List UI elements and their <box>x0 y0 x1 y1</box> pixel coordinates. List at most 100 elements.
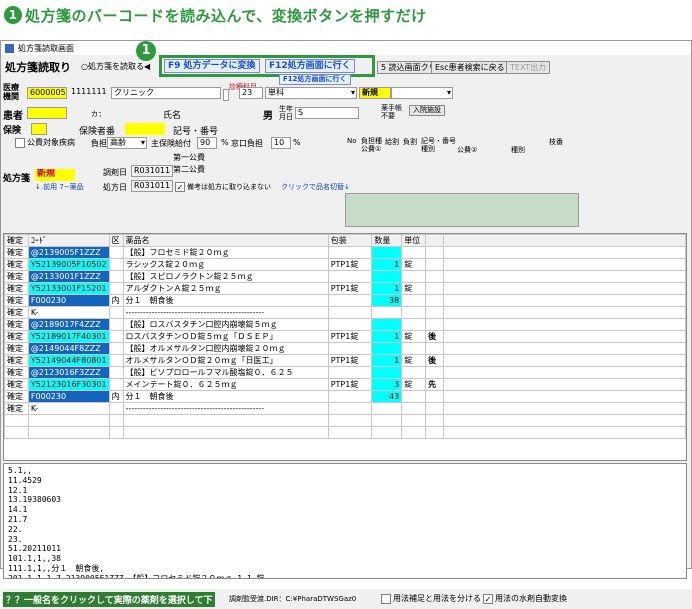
empty-cell[interactable] <box>4 414 29 427</box>
cell-drug-name[interactable]: メインテート錠０．６２５ｍｇ <box>122 378 329 391</box>
col-code[interactable]: ｺｰﾄﾞ <box>27 234 110 247</box>
cell-drug-name[interactable]: オルメサルタンＯＤ錠２０ｍｇ「日医工」 <box>122 354 329 367</box>
cell-quantity[interactable]: 1 <box>371 330 403 343</box>
cell-drug-name[interactable]: ラシックス錠２０ｍｇ <box>122 258 329 271</box>
birth-field[interactable]: S <box>295 107 359 119</box>
cell-package[interactable] <box>327 246 373 259</box>
cell-kubun[interactable] <box>108 330 124 343</box>
cell-code[interactable]: Y52189017F40301 <box>27 330 110 343</box>
cell-package[interactable]: PTP1錠 <box>327 258 373 271</box>
cell-kubun[interactable] <box>108 354 124 367</box>
empty-cell[interactable] <box>442 414 686 427</box>
cell-quantity[interactable] <box>371 306 403 319</box>
cell-confirm[interactable]: 確定 <box>4 246 29 259</box>
table-row[interactable]: 確定 @2189017F4ZZZ 【般】ロスバスタチン口腔内崩壊錠５ｍｇ <box>4 318 686 331</box>
cell-drug-name[interactable]: 分１ 朝食後 <box>122 294 329 307</box>
convert-button[interactable]: F9 処方データに変換 <box>164 59 260 73</box>
cell-code[interactable]: @2189017F4ZZZ <box>27 318 110 331</box>
cell-quantity[interactable] <box>371 342 403 355</box>
cell-kubun[interactable] <box>108 342 124 355</box>
col-package[interactable]: 包装 <box>327 234 373 247</box>
cell-package[interactable]: PTP1錠 <box>327 354 373 367</box>
cell-code[interactable]: K- <box>27 402 110 415</box>
cell-unit[interactable]: 錠 <box>401 354 427 367</box>
cell-extra[interactable] <box>425 246 444 259</box>
cell-drug-name[interactable]: ----------------------------------------… <box>122 306 329 319</box>
cell-quantity[interactable]: 43 <box>371 390 403 403</box>
col-kubun[interactable]: 区 <box>108 234 124 247</box>
cell-unit[interactable]: 錠 <box>401 330 427 343</box>
cell-drug-name[interactable]: 【般】ビソプロロールフマル酸塩錠０．６２５ <box>122 366 329 379</box>
barcode-log[interactable]: 5.1,, 11.4529 12.1 13.19380603 14.1 21.7 22. 23… <box>3 463 687 579</box>
cell-unit[interactable] <box>401 402 427 415</box>
cell-unit[interactable] <box>401 270 427 283</box>
cell-code[interactable]: Y52139005F10502 <box>27 258 110 271</box>
insurer-field[interactable] <box>125 123 165 135</box>
cell-drug-name[interactable]: アルダクトンＡ錠２５ｍｇ <box>122 282 329 295</box>
cell-unit[interactable]: 錠 <box>401 282 427 295</box>
cell-confirm[interactable]: 確定 <box>4 390 29 403</box>
cell-drug-name[interactable]: 【般】オルメサルタン口腔内崩壊錠２０ｍｇ <box>122 342 329 355</box>
cell-kubun[interactable] <box>108 282 124 295</box>
cell-unit[interactable] <box>401 246 427 259</box>
cell-quantity[interactable]: 1 <box>371 354 403 367</box>
split-usage-check[interactable]: 用法補足と用法を分ける <box>381 593 481 604</box>
cell-kubun[interactable]: 内 <box>108 294 124 307</box>
cell-kubun[interactable]: 内 <box>108 390 124 403</box>
cell-extra[interactable] <box>425 270 444 283</box>
toggle-name-link[interactable]: クリックで品名切替↓ <box>281 182 350 192</box>
cell-drug-name[interactable]: 【般】フロセミド錠２０ｍｇ <box>122 246 329 259</box>
burden-select[interactable]: 高齢 <box>107 137 147 149</box>
clinic-code-field[interactable]: 6000005 <box>27 87 67 99</box>
table-row[interactable]: 確定 Y52149044F80801 オルメサルタンＯＤ錠２０ｍｇ「日医工」 PTP1… <box>4 354 686 367</box>
goto-prescription-button-2[interactable]: F12処方画面に行く <box>279 74 351 85</box>
cell-extra[interactable]: 後 <box>425 354 444 367</box>
cell-confirm[interactable]: 確定 <box>4 366 29 379</box>
cell-code[interactable]: F000230 <box>27 390 110 403</box>
empty-cell[interactable] <box>122 426 329 439</box>
table-row[interactable]: 確定 Y52123016F30301 メインテート錠０．６２５ｍｇ PTP1錠 3 錠先 <box>4 378 686 391</box>
text-output-button[interactable]: TEXT出力 <box>506 61 551 74</box>
ratio-field[interactable]: 90 <box>197 137 217 149</box>
cell-unit[interactable] <box>401 318 427 331</box>
col-unit[interactable]: 単位 <box>401 234 427 247</box>
cell-quantity[interactable]: 38 <box>371 294 403 307</box>
cell-quantity[interactable]: 1 <box>371 258 403 271</box>
empty-cell[interactable] <box>27 414 110 427</box>
cell-confirm[interactable]: 確定 <box>4 282 29 295</box>
dept-code-field[interactable]: 23 <box>239 87 263 99</box>
cell-package[interactable] <box>327 366 373 379</box>
bikou-check[interactable]: 備考は処方に取り込まない <box>175 182 271 192</box>
cell-extra[interactable] <box>425 282 444 295</box>
table-row[interactable]: 確定 Y52189017F40301 ロスバスタチンＯＤ錠５ｍｇ「ＤＳＥＰ」 PTP1… <box>4 330 686 343</box>
dept-check[interactable] <box>223 89 229 101</box>
table-row[interactable]: 確定 Y52139005F10502 ラシックス錠２０ｍｇ PTP1錠 1 錠 <box>4 258 686 271</box>
clinic-name-field[interactable]: クリニック <box>111 87 221 99</box>
cell-confirm[interactable]: 確定 <box>4 378 29 391</box>
insurance-type-field[interactable] <box>31 123 47 135</box>
cell-extra[interactable]: 先 <box>425 378 444 391</box>
col-confirm[interactable]: 確定 <box>4 234 29 247</box>
empty-cell[interactable] <box>425 414 444 427</box>
cell-code[interactable]: Y52133001F15201 <box>27 282 110 295</box>
cell-quantity[interactable] <box>371 402 403 415</box>
cell-package[interactable] <box>327 318 373 331</box>
cell-confirm[interactable]: 確定 <box>4 258 29 271</box>
table-row[interactable]: 確定 @2123016F3ZZZ 【般】ビソプロロールフマル酸塩錠０．６２５ <box>4 366 686 379</box>
cell-unit[interactable]: 錠 <box>401 258 427 271</box>
cell-drug-name[interactable]: 【般】スピロノラクトン錠２５ｍｇ <box>122 270 329 283</box>
empty-cell[interactable] <box>108 426 124 439</box>
cell-unit[interactable]: 錠 <box>401 378 427 391</box>
cell-code[interactable]: @2123016F3ZZZ <box>27 366 110 379</box>
cell-confirm[interactable]: 確定 <box>4 306 29 319</box>
cell-code[interactable]: Y52149044F80801 <box>27 354 110 367</box>
cell-drug-name[interactable]: 分１ 朝食後 <box>122 390 329 403</box>
cell-extra[interactable] <box>425 366 444 379</box>
cell-package[interactable] <box>327 270 373 283</box>
col-quantity[interactable]: 数量 <box>371 234 403 247</box>
cell-code[interactable]: K- <box>27 306 110 319</box>
empty-cell[interactable] <box>371 426 403 439</box>
cell-extra[interactable] <box>425 390 444 403</box>
cell-kubun[interactable] <box>108 270 124 283</box>
cell-extra[interactable] <box>425 342 444 355</box>
